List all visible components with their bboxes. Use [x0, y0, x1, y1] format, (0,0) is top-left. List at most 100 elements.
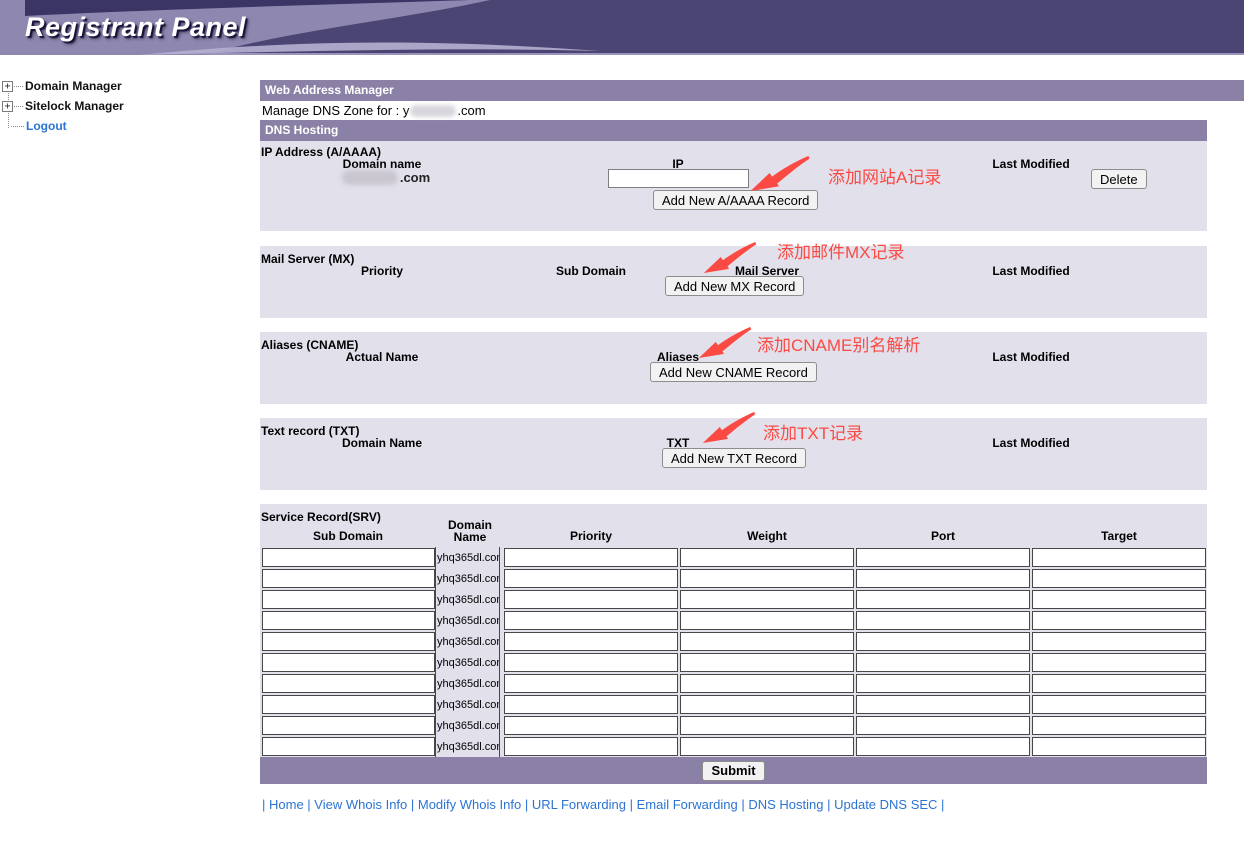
annotation-add-txt-record: 添加TXT记录	[763, 419, 863, 444]
sidebar-item-domain-manager[interactable]: + Domain Manager	[2, 78, 122, 94]
srv-port-input[interactable]	[856, 737, 1030, 756]
srv-target-input[interactable]	[1032, 548, 1206, 567]
srv-target-input[interactable]	[1032, 695, 1206, 714]
add-mx-record-button[interactable]: Add New MX Record	[665, 276, 804, 296]
srv-port-input[interactable]	[856, 611, 1030, 630]
footer-link-modify-whois-info[interactable]: Modify Whois Info	[418, 797, 521, 812]
srv-port-input[interactable]	[856, 632, 1030, 651]
tree-dots	[14, 106, 23, 107]
srv-weight-input[interactable]	[680, 548, 854, 567]
srv-priority-input[interactable]	[504, 632, 678, 651]
sidebar-item-label[interactable]: Sitelock Manager	[25, 99, 124, 113]
srv-port-input[interactable]	[856, 569, 1030, 588]
srv-subdomain-input[interactable]	[262, 716, 435, 735]
srv-target-input[interactable]	[1032, 590, 1206, 609]
srv-priority-input[interactable]	[504, 611, 678, 630]
srv-port-input[interactable]	[856, 695, 1030, 714]
expand-plus-icon[interactable]: +	[2, 81, 13, 92]
sidebar: + Domain Manager + Sitelock Manager Logo…	[2, 77, 252, 147]
redacted-domain-blur	[410, 105, 456, 117]
section-mx-record: Mail Server (MX) Priority Sub Domain Mai…	[260, 246, 1207, 318]
srv-port-header: Port	[931, 529, 955, 543]
srv-subdomain-input[interactable]	[262, 695, 435, 714]
srv-target-input[interactable]	[1032, 716, 1206, 735]
srv-port-input[interactable]	[856, 674, 1030, 693]
srv-priority-input[interactable]	[504, 737, 678, 756]
ip-input[interactable]	[608, 169, 749, 188]
page: Registrant Panel + Domain Manager + Site…	[0, 0, 1244, 841]
srv-row	[262, 631, 1206, 652]
srv-weight-input[interactable]	[680, 695, 854, 714]
srv-sub-domain-header: Sub Domain	[313, 529, 383, 543]
srv-domain-name-value: yhq365dl.com	[436, 673, 499, 694]
srv-priority-input[interactable]	[504, 590, 678, 609]
srv-weight-input[interactable]	[680, 716, 854, 735]
srv-priority-input[interactable]	[504, 548, 678, 567]
delete-button[interactable]: Delete	[1091, 169, 1147, 189]
add-a-record-button[interactable]: Add New A/AAAA Record	[653, 190, 818, 210]
srv-target-input[interactable]	[1032, 653, 1206, 672]
srv-weight-input[interactable]	[680, 611, 854, 630]
sidebar-item-logout[interactable]: Logout	[10, 118, 67, 134]
srv-weight-input[interactable]	[680, 632, 854, 651]
srv-priority-header: Priority	[570, 529, 612, 543]
last-modified-header: Last Modified	[992, 350, 1069, 364]
srv-weight-input[interactable]	[680, 569, 854, 588]
srv-weight-input[interactable]	[680, 674, 854, 693]
srv-priority-input[interactable]	[504, 674, 678, 693]
srv-domain-name-value: yhq365dl.com	[436, 547, 499, 568]
srv-priority-input[interactable]	[504, 653, 678, 672]
add-txt-record-button[interactable]: Add New TXT Record	[662, 448, 806, 468]
srv-target-input[interactable]	[1032, 611, 1206, 630]
srv-weight-input[interactable]	[680, 653, 854, 672]
section-cname-record: Aliases (CNAME) Actual Name Aliases Add …	[260, 332, 1207, 404]
srv-subdomain-input[interactable]	[262, 569, 435, 588]
srv-weight-input[interactable]	[680, 737, 854, 756]
srv-port-input[interactable]	[856, 548, 1030, 567]
manage-dns-zone-prefix: Manage DNS Zone for : y	[262, 103, 409, 118]
srv-target-header: Target	[1101, 529, 1137, 543]
web-address-manager-bar: Web Address Manager	[260, 80, 1244, 101]
footer-link-update-dns-sec[interactable]: Update DNS SEC	[834, 797, 937, 812]
manage-dns-zone-suffix: .com	[457, 103, 485, 118]
srv-row	[262, 547, 1206, 568]
srv-row	[262, 673, 1206, 694]
srv-target-input[interactable]	[1032, 569, 1206, 588]
srv-priority-input[interactable]	[504, 716, 678, 735]
footer-link-url-forwarding[interactable]: URL Forwarding	[532, 797, 626, 812]
srv-domain-name-column: yhq365dl.comyhq365dl.comyhq365dl.comyhq3…	[435, 547, 500, 757]
srv-subdomain-input[interactable]	[262, 611, 435, 630]
srv-port-input[interactable]	[856, 716, 1030, 735]
srv-domain-name-value: yhq365dl.com	[436, 652, 499, 673]
footer-link-email-forwarding[interactable]: Email Forwarding	[637, 797, 738, 812]
srv-weight-input[interactable]	[680, 590, 854, 609]
submit-button[interactable]: Submit	[702, 761, 764, 781]
srv-subdomain-input[interactable]	[262, 737, 435, 756]
footer-link-view-whois-info[interactable]: View Whois Info	[314, 797, 407, 812]
srv-port-input[interactable]	[856, 590, 1030, 609]
srv-subdomain-input[interactable]	[262, 674, 435, 693]
srv-port-input[interactable]	[856, 653, 1030, 672]
srv-subdomain-input[interactable]	[262, 653, 435, 672]
srv-subdomain-input[interactable]	[262, 632, 435, 651]
srv-subdomain-input[interactable]	[262, 548, 435, 567]
footer-link-home[interactable]: Home	[269, 797, 304, 812]
srv-target-input[interactable]	[1032, 632, 1206, 651]
srv-domain-name-value: yhq365dl.com	[436, 715, 499, 736]
annotation-add-a-record: 添加网站A记录	[828, 163, 941, 188]
srv-row	[262, 736, 1206, 757]
srv-priority-input[interactable]	[504, 569, 678, 588]
manage-dns-zone-row: Manage DNS Zone for : y .com	[260, 101, 1207, 120]
srv-target-input[interactable]	[1032, 674, 1206, 693]
sidebar-item-label[interactable]: Domain Manager	[25, 79, 122, 93]
app-header: Registrant Panel	[0, 0, 1244, 55]
sidebar-item-sitelock-manager[interactable]: + Sitelock Manager	[2, 98, 124, 114]
footer-link-dns-hosting[interactable]: DNS Hosting	[748, 797, 823, 812]
expand-plus-icon[interactable]: +	[2, 101, 13, 112]
add-cname-record-button[interactable]: Add New CNAME Record	[650, 362, 817, 382]
srv-target-input[interactable]	[1032, 737, 1206, 756]
srv-subdomain-input[interactable]	[262, 590, 435, 609]
logout-link[interactable]: Logout	[26, 119, 67, 133]
srv-domain-name-value: yhq365dl.com	[436, 736, 499, 757]
srv-priority-input[interactable]	[504, 695, 678, 714]
